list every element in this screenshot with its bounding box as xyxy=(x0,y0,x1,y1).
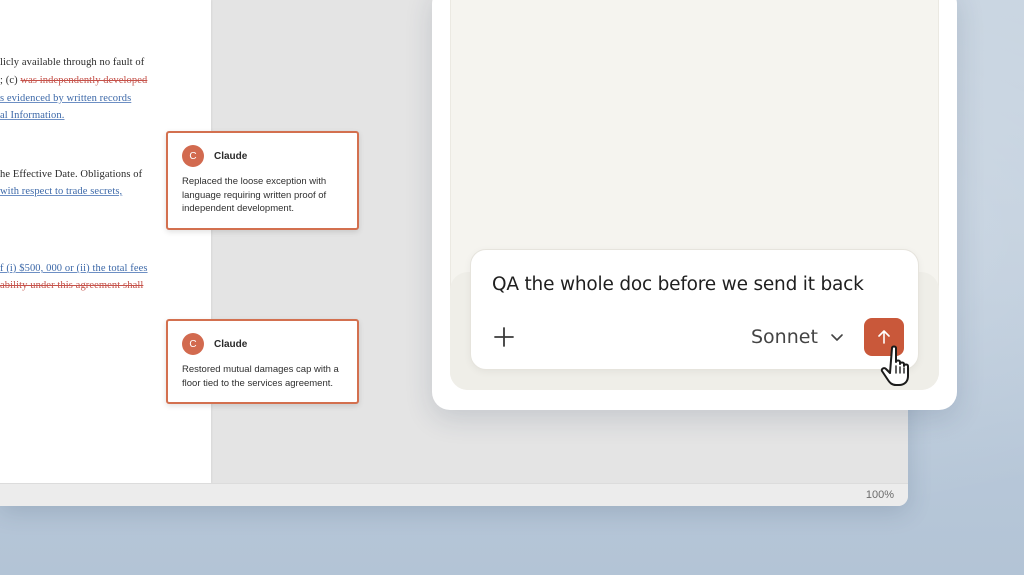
doc-text: licly available through no fault of xyxy=(0,57,145,68)
model-label: Sonnet xyxy=(751,326,818,348)
doc-text: ; (c) xyxy=(0,75,21,86)
status-bar: 100% xyxy=(0,483,908,506)
tracked-insertion: with respect to trade secrets, xyxy=(0,186,123,197)
claude-chat-panel: QA the whole doc before we send it back … xyxy=(432,0,957,410)
comment-body: Replaced the loose exception with langua… xyxy=(182,176,327,214)
tracked-insertion: f (i) $500, 000 or (ii) the total fees xyxy=(0,263,148,274)
doc-line: s evidenced by written records xyxy=(0,93,131,104)
doc-line: al Information. xyxy=(0,110,64,121)
tracked-insertion: s evidenced by written records xyxy=(0,93,132,104)
zoom-level[interactable]: 100% xyxy=(866,489,894,501)
doc-line: f (i) $500, 000 or (ii) the total fees xyxy=(0,263,148,274)
chevron-down-icon xyxy=(831,334,843,341)
message-input[interactable]: QA the whole doc before we send it back xyxy=(492,274,864,295)
doc-line: with respect to trade secrets, xyxy=(0,186,122,197)
doc-line: licly available through no fault of xyxy=(0,57,144,68)
doc-line: ability under this agreement shall xyxy=(0,280,143,291)
doc-line: he Effective Date. Obligations of xyxy=(0,169,142,180)
comment-card[interactable]: C Claude Replaced the loose exception wi… xyxy=(166,131,359,230)
model-selector[interactable]: Sonnet xyxy=(751,324,844,350)
doc-text: he Effective Date. Obligations of xyxy=(0,169,143,180)
avatar: C xyxy=(182,145,204,167)
tracked-deletion: ability under this agreement shall xyxy=(0,280,144,291)
comment-author: Claude xyxy=(214,150,248,162)
add-attachment-button[interactable] xyxy=(491,324,517,350)
doc-line: ; (c) was independently developed xyxy=(0,75,147,86)
comment-author: Claude xyxy=(214,338,248,350)
send-button[interactable] xyxy=(864,318,904,356)
document-page: licly available through no fault of ; (c… xyxy=(0,0,211,483)
tracked-deletion: was independently developed xyxy=(20,75,148,86)
arrow-up-icon xyxy=(878,330,890,344)
comment-card[interactable]: C Claude Restored mutual damages cap wit… xyxy=(166,319,359,404)
comment-body: Restored mutual damages cap with a floor… xyxy=(182,364,339,389)
plus-icon xyxy=(494,327,514,347)
avatar: C xyxy=(182,333,204,355)
message-composer[interactable]: QA the whole doc before we send it back … xyxy=(470,249,919,370)
tracked-insertion: al Information. xyxy=(0,110,65,121)
